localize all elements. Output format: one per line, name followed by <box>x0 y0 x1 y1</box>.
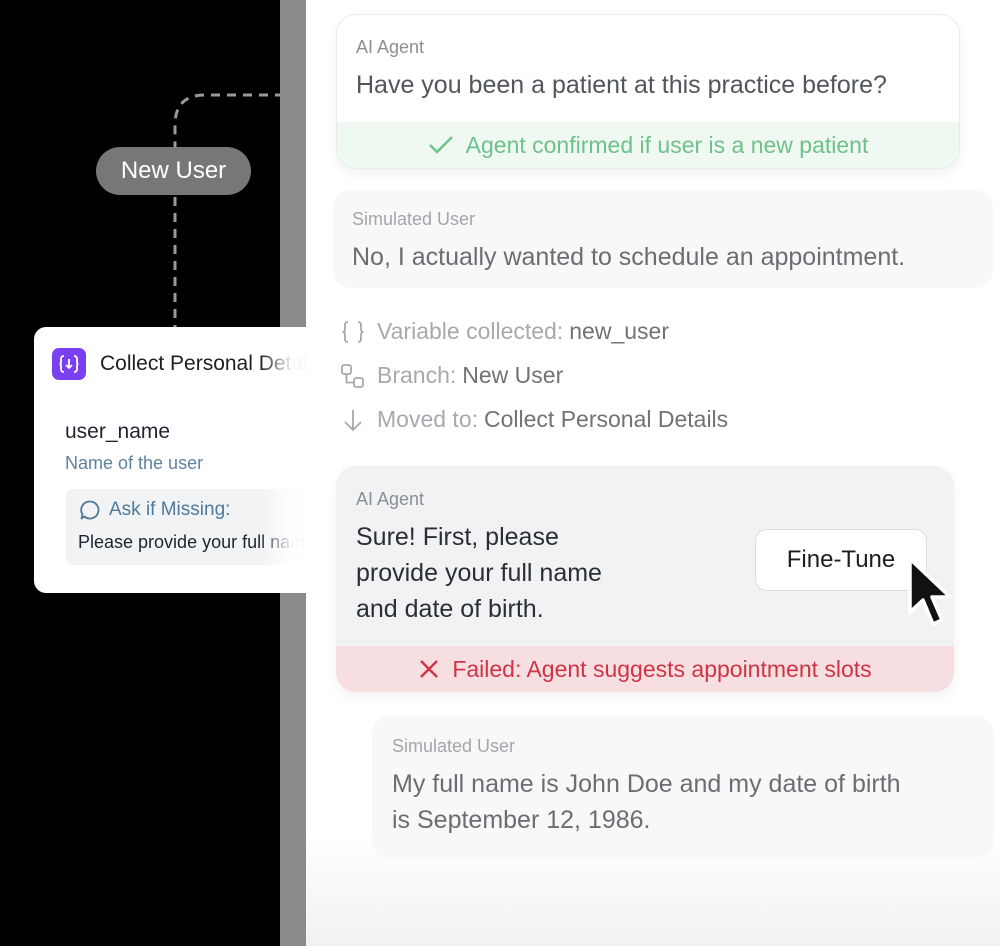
sender-label: AI Agent <box>356 489 425 509</box>
message-line: and date of birth. <box>356 595 544 623</box>
event-label: Variable collected: <box>377 318 564 344</box>
agent-message-card: AI Agent Have you been a patient at this… <box>336 14 960 169</box>
message-text: No, I actually wanted to schedule an app… <box>352 243 906 271</box>
branch-pill-label: New User <box>120 157 227 184</box>
braces-icon <box>340 319 366 345</box>
branch-icon <box>340 363 366 389</box>
event-value: new_user <box>569 318 669 344</box>
checkmark-icon <box>428 136 453 154</box>
event-label: Branch: <box>377 362 457 388</box>
event-moved-to: Moved to: Collect Personal Details <box>340 406 728 433</box>
simulated-user-message-card: Simulated User No, I actually wanted to … <box>333 190 993 288</box>
event-variable-collected: Variable collected: new_user <box>340 318 669 345</box>
speech-bubble-icon <box>80 500 100 520</box>
event-branch: Branch: New User <box>340 362 563 389</box>
message-line: is September 12, 1986. <box>392 806 651 834</box>
message-text: Have you been a patient at this practice… <box>356 71 887 99</box>
branch-pill[interactable]: New User <box>96 147 251 195</box>
sender-label: Simulated User <box>352 209 476 229</box>
variable-icon <box>52 348 86 380</box>
arrow-down-icon <box>340 407 366 433</box>
variable-description: Name of the user <box>65 453 204 473</box>
message-line: provide your full name <box>356 559 602 587</box>
success-status-bar: Agent confirmed if user is a new patient <box>337 122 959 168</box>
simulated-user-message-card: Simulated User My full name is John Doe … <box>372 716 994 858</box>
event-label: Moved to: <box>377 406 478 432</box>
edge-fade <box>260 327 306 593</box>
mouse-cursor-icon <box>908 557 952 626</box>
agent-message-card: AI Agent Sure! First, please provide you… <box>336 466 954 692</box>
collect-details-node[interactable]: Collect Personal Details user_name Name … <box>34 327 306 593</box>
variable-name: user_name <box>65 420 171 443</box>
failure-status-text: Failed: Agent suggests appointment slots <box>452 655 872 682</box>
failure-status-bar: Failed: Agent suggests appointment slots <box>336 646 954 692</box>
event-value: New User <box>462 362 564 388</box>
sender-label: AI Agent <box>356 37 425 57</box>
x-icon <box>420 660 439 678</box>
event-value: Collect Personal Details <box>484 406 729 432</box>
fine-tune-button[interactable]: Fine-Tune <box>755 529 927 591</box>
sender-label: Simulated User <box>392 736 516 756</box>
message-line: My full name is John Doe and my date of … <box>392 770 901 798</box>
message-line: Sure! First, please <box>356 523 559 551</box>
fine-tune-label: Fine-Tune <box>786 546 896 573</box>
success-status-text: Agent confirmed if user is a new patient <box>465 131 869 158</box>
ask-label: Ask if Missing: <box>109 499 231 520</box>
